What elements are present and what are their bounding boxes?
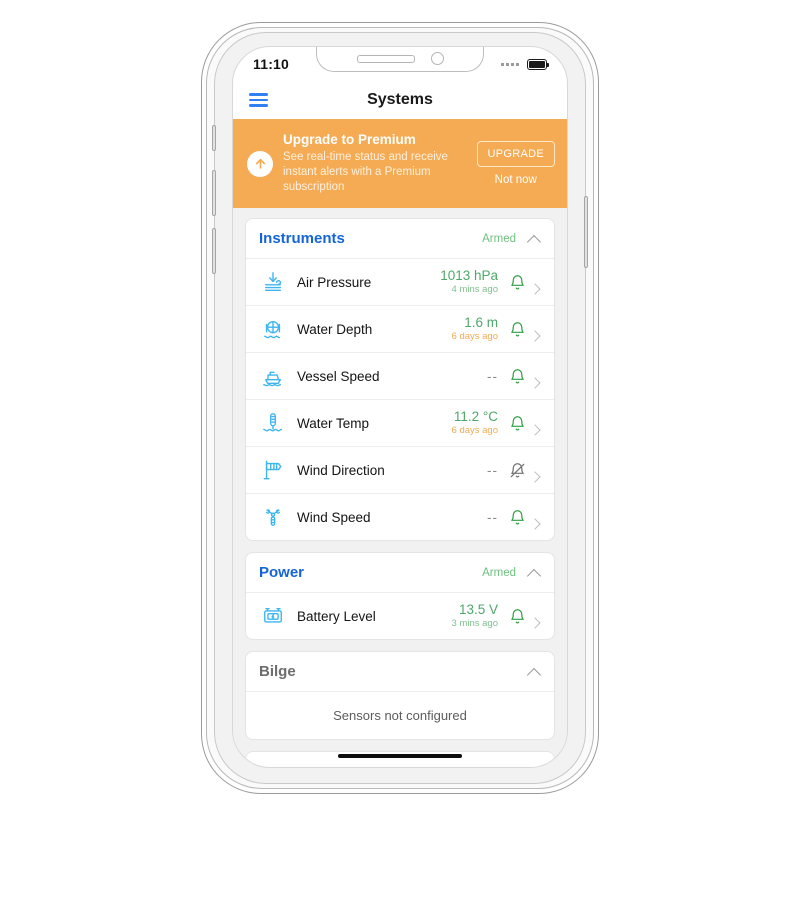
sensor-readout: -- [487, 463, 498, 479]
hamburger-menu-icon[interactable] [249, 93, 268, 107]
chevron-up-icon[interactable] [528, 232, 541, 245]
sensor-value: -- [487, 462, 498, 478]
battery-level-icon [258, 605, 288, 627]
sensor-label: Air Pressure [297, 274, 372, 290]
sensor-value: 13.5 V [458, 601, 498, 617]
sensor-label: Vessel Speed [297, 368, 380, 384]
power-button[interactable] [584, 196, 588, 268]
empty-state-message: Sensors not configured [246, 691, 554, 739]
arrow-up-circle-icon [247, 150, 273, 177]
water-temp-icon [258, 412, 288, 434]
sensor-label: Wind Speed [297, 509, 371, 525]
upgrade-banner-title: Upgrade to Premium [283, 132, 416, 147]
volume-down-button[interactable] [212, 228, 216, 274]
section-header[interactable]: Power Armed [246, 553, 554, 592]
sensor-value: -- [487, 368, 498, 384]
section-card: Instruments Armed Air Pressure 1013 hPa 4 mi… [245, 218, 555, 542]
home-indicator[interactable] [338, 753, 462, 758]
sensor-readout: 1013 hPa 4 mins ago [440, 268, 498, 297]
sensor-timestamp: 3 mins ago [451, 618, 498, 630]
upgrade-banner[interactable]: Upgrade to Premium See real-time status … [233, 119, 567, 209]
sensor-readout: 11.2 °C 6 days ago [452, 409, 498, 438]
sensor-row[interactable]: Battery Level 13.5 V3 mins ago [246, 592, 554, 639]
signal-dots-icon [501, 62, 519, 66]
systems-list[interactable]: Instruments Armed Air Pressure 1013 hPa 4 mi… [233, 208, 567, 765]
battery-full-icon [527, 58, 549, 70]
chevron-up-icon[interactable] [528, 665, 541, 678]
sensor-row[interactable]: Water Depth 1.6 m6 days ago [246, 305, 554, 352]
sensor-value: -- [487, 509, 498, 525]
status-bar-indicators [501, 58, 549, 70]
wind-direction-icon [258, 459, 288, 481]
bell-icon[interactable] [506, 415, 528, 432]
sensor-row[interactable]: Wind Speed -- [246, 493, 554, 540]
bell-icon[interactable] [506, 368, 528, 385]
front-camera [430, 52, 444, 65]
chevron-up-icon[interactable] [528, 566, 541, 579]
mute-switch-button[interactable] [212, 125, 216, 151]
upgrade-button[interactable]: UPGRADE [476, 141, 555, 168]
sensor-row[interactable]: Vessel Speed -- [246, 352, 554, 399]
section-header[interactable]: Bilge [246, 652, 554, 691]
not-now-button[interactable]: Not now [477, 174, 556, 186]
wind-speed-icon [258, 506, 288, 528]
section-title: Bilge [259, 663, 296, 681]
sensor-timestamp: 6 days ago [451, 331, 498, 343]
bell-icon[interactable] [506, 509, 528, 526]
air-pressure-icon [258, 271, 288, 293]
sensor-label: Wind Direction [297, 462, 385, 478]
sensor-timestamp: 4 mins ago [451, 284, 498, 296]
bell-icon[interactable] [506, 274, 528, 291]
water-depth-icon [258, 318, 288, 340]
sensor-readout: -- [487, 369, 498, 385]
sensor-value: 1013 hPa [440, 267, 498, 283]
vessel-speed-icon [258, 365, 288, 387]
upgrade-banner-actions: UPGRADE Not now [473, 141, 556, 186]
phone-notch [316, 47, 484, 72]
section-status-badge: Armed [482, 232, 516, 245]
section-card: Power Armed Battery Level 13.5 V3 mins ago [245, 552, 555, 641]
status-bar-clock: 11:10 [253, 56, 290, 72]
sensor-row[interactable]: Wind Direction -- [246, 446, 554, 493]
screenshot-stage: 11:10 Systems Upgrade to Premium See rea… [0, 0, 800, 900]
sensor-timestamp: 6 days ago [451, 425, 498, 437]
bell-icon[interactable] [506, 321, 528, 338]
section-status-badge: Armed [482, 566, 516, 579]
section-card: Bilge Sensors not configured [245, 651, 555, 741]
sensor-readout: 13.5 V3 mins ago [452, 602, 498, 631]
sensor-label: Water Depth [297, 321, 373, 337]
phone-screen: 11:10 Systems Upgrade to Premium See rea… [232, 46, 568, 768]
upgrade-banner-subtitle: See real-time status and receive instant… [283, 150, 448, 194]
page-title: Systems [367, 91, 433, 108]
status-bar: 11:10 [233, 47, 567, 81]
nav-bar: Systems [233, 81, 567, 119]
sensor-readout: 1.6 m6 days ago [452, 315, 498, 344]
section-title: Power [259, 564, 305, 582]
sensor-row[interactable]: Water Temp 11.2 °C 6 days ago [246, 399, 554, 446]
sensor-label: Water Temp [297, 415, 370, 431]
sensor-value: 1.6 m [464, 314, 498, 330]
sensor-value: 11.2 °C [453, 408, 498, 424]
sensor-row[interactable]: Air Pressure 1013 hPa 4 mins ago [246, 258, 554, 305]
upgrade-banner-text: Upgrade to Premium See real-time status … [283, 132, 463, 195]
section-header[interactable]: Instruments Armed [246, 219, 554, 258]
sensor-readout: -- [487, 510, 498, 526]
bell-icon[interactable] [506, 608, 528, 625]
earpiece-speaker [356, 54, 415, 63]
sensor-label: Battery Level [297, 608, 376, 624]
volume-up-button[interactable] [212, 170, 216, 216]
bell-off-icon[interactable] [506, 462, 528, 479]
section-title: Instruments [259, 230, 345, 248]
